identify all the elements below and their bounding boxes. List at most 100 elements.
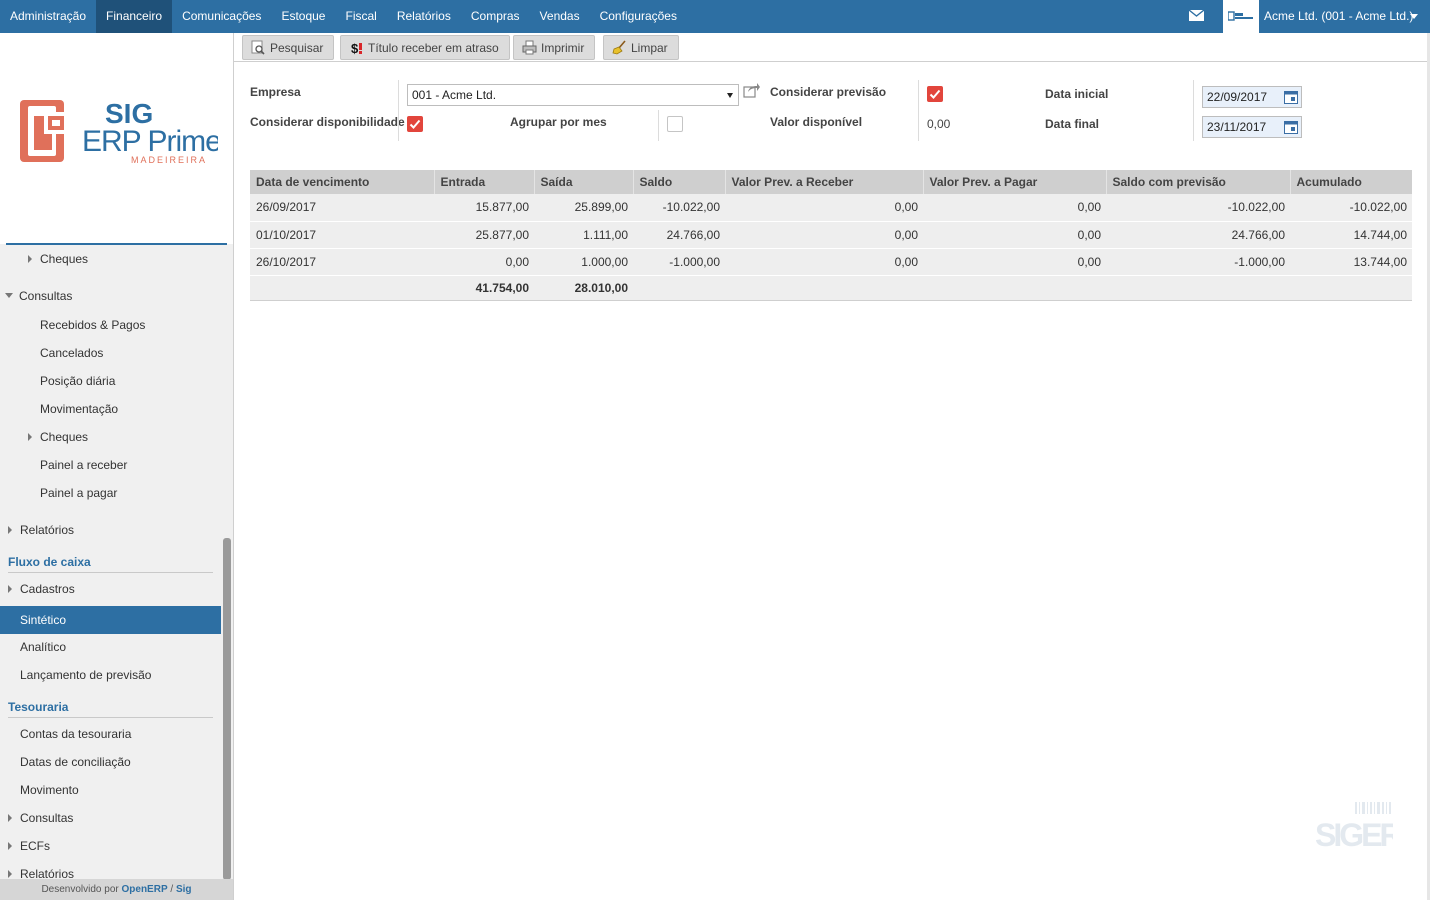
caret-right-icon bbox=[28, 255, 32, 263]
sidebar-item-consultas[interactable]: Consultas bbox=[5, 285, 72, 307]
sidebar-item-movimentacao[interactable]: Movimentação bbox=[40, 398, 118, 420]
checkmark-icon bbox=[409, 119, 421, 129]
column-header[interactable]: Valor Prev. a Receber bbox=[724, 170, 923, 194]
sidebar-item-cheques[interactable]: Cheques bbox=[28, 248, 88, 270]
print-button[interactable]: Imprimir bbox=[513, 35, 596, 60]
table-cell: 0,00 bbox=[725, 248, 923, 276]
logo-divider bbox=[6, 243, 227, 245]
total-saida: 28.010,00 bbox=[534, 274, 633, 301]
column-header[interactable]: Saída bbox=[533, 170, 633, 194]
data-inicial-field[interactable]: 22/09/2017 bbox=[1202, 86, 1302, 108]
sidebar-item-movimento[interactable]: Movimento bbox=[20, 779, 79, 801]
valor-disponivel-label: Valor disponível bbox=[770, 115, 863, 129]
column-header[interactable]: Acumulado bbox=[1289, 170, 1412, 194]
sidebar-item-cadastros[interactable]: Cadastros bbox=[8, 578, 75, 600]
search-button[interactable]: Pesquisar bbox=[242, 35, 335, 60]
field-separator bbox=[398, 110, 399, 141]
sidebar-item-label: ECFs bbox=[20, 839, 50, 853]
column-header[interactable]: Data de vencimento bbox=[250, 170, 434, 194]
sidebar-item-relatorios[interactable]: Relatórios bbox=[8, 519, 74, 541]
sidebar-item-sintetico[interactable]: Sintético bbox=[0, 606, 221, 634]
clear-button[interactable]: Limpar bbox=[603, 35, 679, 60]
sidebar-item-ecfs[interactable]: ECFs bbox=[8, 835, 50, 857]
menu-administracao[interactable]: Administração bbox=[0, 0, 96, 33]
data-final-field[interactable]: 23/11/2017 bbox=[1202, 116, 1302, 138]
table-header-row: Data de vencimento Entrada Saída Saldo V… bbox=[250, 170, 1412, 194]
menu-fiscal[interactable]: Fiscal bbox=[335, 0, 386, 33]
openerp-link[interactable]: OpenERP bbox=[122, 884, 168, 895]
menu-configuracoes[interactable]: Configurações bbox=[590, 0, 687, 33]
sigerp-watermark: SIGERP bbox=[1315, 802, 1393, 850]
chevron-down-icon[interactable] bbox=[1410, 14, 1418, 19]
table-row[interactable]: 26/09/2017 15.877,00 25.899,00 -10.022,0… bbox=[250, 194, 1412, 222]
calendar-icon[interactable] bbox=[1284, 90, 1298, 104]
table-cell: 26/09/2017 bbox=[250, 194, 434, 222]
svg-text:ERP Prime: ERP Prime bbox=[82, 125, 218, 158]
logo-area: SIG ERP Prime MADEIREIRA bbox=[0, 33, 233, 244]
svg-text:SIGERP: SIGERP bbox=[1315, 817, 1393, 850]
table-cell: 26/10/2017 bbox=[250, 248, 434, 276]
sig-erp-prime-logo: SIG ERP Prime MADEIREIRA bbox=[20, 98, 218, 165]
column-header[interactable]: Entrada bbox=[433, 170, 534, 194]
considerar-previsao-checkbox[interactable] bbox=[927, 86, 943, 102]
sidebar-item-analitico[interactable]: Analítico bbox=[20, 636, 66, 658]
table-cell bbox=[633, 274, 725, 301]
sidebar-item-contas-tesouraria[interactable]: Contas da tesouraria bbox=[20, 723, 131, 745]
company-switcher[interactable]: Acme Ltd. (001 - Acme Ltd.) bbox=[1264, 0, 1413, 33]
menu-vendas[interactable]: Vendas bbox=[530, 0, 590, 33]
table-cell: -1.000,00 bbox=[633, 248, 725, 276]
table-cell: -10.022,00 bbox=[1106, 194, 1290, 222]
column-header[interactable]: Saldo bbox=[632, 170, 725, 194]
print-button-label: Imprimir bbox=[541, 41, 585, 55]
menu-financeiro[interactable]: Financeiro bbox=[96, 0, 173, 33]
sidebar-item-cheques-2[interactable]: Cheques bbox=[28, 426, 88, 448]
open-external-icon[interactable] bbox=[743, 82, 761, 98]
column-header[interactable]: Valor Prev. a Pagar bbox=[922, 170, 1106, 194]
sidebar-item-label: Consultas bbox=[20, 811, 74, 825]
menu-relatorios[interactable]: Relatórios bbox=[387, 0, 461, 33]
sidebar-item-recebidos-pagos[interactable]: Recebidos & Pagos bbox=[40, 314, 145, 336]
sidebar-item-painel-receber[interactable]: Painel a receber bbox=[40, 454, 127, 476]
sidebar-item-posicao-diaria[interactable]: Posição diária bbox=[40, 370, 115, 392]
table-cell: 25.877,00 bbox=[434, 221, 534, 249]
caret-right-icon bbox=[8, 526, 12, 534]
caret-right-icon bbox=[8, 814, 12, 822]
sidebar-item-lancamento-previsao[interactable]: Lançamento de previsão bbox=[20, 664, 151, 686]
data-final-label: Data final bbox=[1045, 117, 1100, 131]
empresa-select[interactable]: 001 - Acme Ltd. bbox=[407, 84, 739, 106]
caret-right-icon bbox=[8, 842, 12, 850]
section-tesouraria: Tesouraria bbox=[8, 698, 213, 718]
sidebar-item-consultas-2[interactable]: Consultas bbox=[8, 807, 73, 829]
overdue-button-label: Título receber em atraso bbox=[368, 41, 499, 55]
sidebar-scrollbar[interactable] bbox=[223, 538, 231, 880]
menu-comunicacoes[interactable]: Comunicações bbox=[172, 0, 271, 33]
menu-estoque[interactable]: Estoque bbox=[271, 0, 335, 33]
considerar-disponibilidade-checkbox[interactable] bbox=[407, 116, 423, 132]
agrupar-por-mes-checkbox[interactable] bbox=[667, 116, 683, 132]
mail-icon[interactable] bbox=[1189, 10, 1204, 21]
table-totals-row: 41.754,00 28.010,00 bbox=[250, 274, 1412, 301]
search-icon bbox=[251, 40, 265, 55]
sidebar-item-label: Cheques bbox=[40, 252, 89, 266]
table-cell: -10.022,00 bbox=[633, 194, 725, 222]
table-cell: 0,00 bbox=[434, 248, 534, 276]
empresa-label: Empresa bbox=[250, 85, 301, 99]
agrupar-por-mes-label: Agrupar por mes bbox=[510, 115, 607, 129]
action-toolbar: Pesquisar $ Título receber em atraso Imp… bbox=[234, 33, 1430, 62]
sidebar-item-datas-conciliacao[interactable]: Datas de conciliação bbox=[20, 751, 131, 773]
table-row[interactable]: 01/10/2017 25.877,00 1.111,00 24.766,00 … bbox=[250, 221, 1412, 249]
sidebar-item-label: Cheques bbox=[40, 430, 89, 444]
table-cell: 15.877,00 bbox=[434, 194, 534, 222]
table-cell bbox=[725, 274, 923, 301]
overdue-receivables-button[interactable]: $ Título receber em atraso bbox=[340, 35, 510, 60]
table-row[interactable]: 26/10/2017 0,00 1.000,00 -1.000,00 0,00 … bbox=[250, 248, 1412, 276]
sig-link[interactable]: Sig bbox=[176, 884, 192, 895]
field-separator bbox=[918, 80, 919, 111]
column-header[interactable]: Saldo com previsão bbox=[1105, 170, 1290, 194]
calendar-icon[interactable] bbox=[1284, 120, 1298, 134]
sidebar-item-painel-pagar[interactable]: Painel a pagar bbox=[40, 482, 117, 504]
svg-text:MADEIREIRA: MADEIREIRA bbox=[131, 155, 207, 165]
sidebar-item-cancelados[interactable]: Cancelados bbox=[40, 342, 103, 364]
clear-button-label: Limpar bbox=[631, 41, 668, 55]
menu-compras[interactable]: Compras bbox=[461, 0, 530, 33]
